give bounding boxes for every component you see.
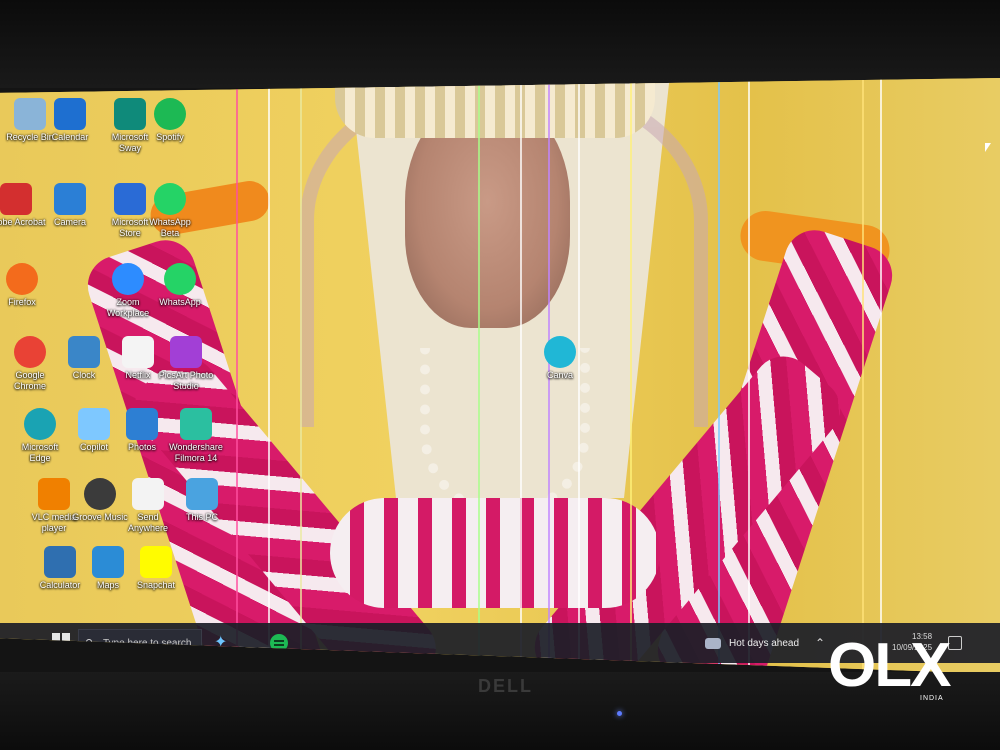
desktop-icon-label: This PC (185, 512, 218, 522)
desktop-icon[interactable]: Camera (40, 183, 100, 228)
vlc-icon (38, 478, 70, 510)
mouse-cursor-icon (985, 143, 991, 152)
desktop-icon-label: Firefox (8, 297, 36, 307)
desktop-icon[interactable]: PicsArt Photo Studio (156, 336, 216, 392)
desktop-icon-label: Calendar (51, 132, 89, 142)
desktop-icon[interactable]: Wondershare Filmora 14 (166, 408, 226, 464)
desktop-icon-label: PicsArt Photo Studio (158, 370, 214, 391)
taskbar-weather-widget[interactable]: Hot days ahead (705, 638, 799, 649)
spotify-icon[interactable] (270, 634, 288, 652)
desktop-icon-label: Microsoft Edge (21, 442, 59, 463)
picsart-icon (170, 336, 202, 368)
desktop-icon[interactable]: Microsoft Edge (10, 408, 70, 464)
monitor-bezel-top (0, 0, 1000, 88)
desktop-icon[interactable]: Google Chrome (0, 336, 60, 392)
start-button[interactable] (52, 633, 70, 651)
chrome-icon (14, 336, 46, 368)
desktop-icon-label: Clock (72, 370, 96, 380)
search-icon: ⚲ (85, 638, 94, 650)
desktop-icon-label: Send Anywhere (127, 512, 169, 533)
desktop-icon-label: Canva (546, 370, 573, 380)
olx-watermark: OLX INDIA (828, 631, 951, 703)
monitor-brand-logo: DELL (478, 676, 533, 696)
power-led (617, 711, 622, 716)
desktop-icon[interactable]: Zoom Workplace (98, 263, 158, 319)
desktop-icon[interactable]: This PC (172, 478, 232, 523)
snapchat-icon (140, 546, 172, 578)
whatsapp-icon (164, 263, 196, 295)
whatsapp-beta-icon (154, 183, 186, 215)
clock-icon (68, 336, 100, 368)
canva-icon (544, 336, 576, 368)
weather-text: Hot days ahead (729, 638, 800, 649)
desktop-icon-label: WhatsApp Beta (149, 217, 191, 238)
desktop-icon[interactable]: Canva (530, 336, 590, 381)
chevron-up-icon[interactable]: ⌃ (815, 636, 825, 650)
desktop-icon[interactable]: Send Anywhere (118, 478, 178, 534)
camera-icon (54, 183, 86, 215)
netflix-icon (122, 336, 154, 368)
notification-icon[interactable] (948, 636, 962, 650)
desktop-icon[interactable]: WhatsApp Beta (140, 183, 200, 239)
send-anywhere-icon (132, 478, 164, 510)
desktop-icon-label: Google Chrome (13, 370, 46, 391)
watermark-region: INDIA (920, 695, 944, 702)
copilot-icon[interactable]: ✦ (214, 633, 236, 653)
desktop-icon[interactable]: Clock (54, 336, 114, 381)
watermark-text: OLX (828, 631, 951, 700)
maps-icon (92, 546, 124, 578)
desktop-icon-label: Wondershare Filmora 14 (169, 442, 223, 463)
edge-icon (24, 408, 56, 440)
desktop-icon[interactable]: Photos (112, 408, 172, 453)
firefox-icon (6, 263, 38, 295)
photos-icon (126, 408, 158, 440)
desktop-icon-label: Zoom Workplace (106, 297, 150, 318)
desktop-icon-label: Camera (53, 217, 86, 227)
desktop-icon-grid: Recycle Bin Calendar Microsoft Sway Spotify… (0, 78, 1000, 674)
taskbar-search-placeholder: Type here to search (103, 637, 192, 649)
desktop-icon-label: WhatsApp (159, 297, 201, 307)
weather-icon (705, 638, 721, 649)
desktop-icon[interactable]: Firefox (0, 263, 52, 308)
desktop-icon[interactable]: Calendar (40, 98, 100, 143)
desktop-icon[interactable]: Spotify (140, 98, 200, 143)
taskbar-search-box[interactable]: ⚲ Type here to search (78, 629, 202, 657)
copilot-icon (78, 408, 110, 440)
this-pc-icon (186, 478, 218, 510)
calendar-icon (54, 98, 86, 130)
acrobat-icon (0, 183, 32, 215)
desktop-icon-label: Snapchat (136, 580, 176, 590)
desktop-icon-label: Spotify (156, 132, 184, 142)
desktop-icon-label: Photos (127, 442, 157, 452)
desktop-icon[interactable]: WhatsApp (150, 263, 210, 308)
zoom-icon (112, 263, 144, 295)
filmora-icon (180, 408, 212, 440)
desktop-screen[interactable]: Recycle Bin Calendar Microsoft Sway Spotify… (0, 78, 1000, 674)
groove-icon (84, 478, 116, 510)
calculator-icon (44, 546, 76, 578)
spotify-icon (154, 98, 186, 130)
desktop-icon[interactable]: Snapchat (126, 546, 186, 591)
